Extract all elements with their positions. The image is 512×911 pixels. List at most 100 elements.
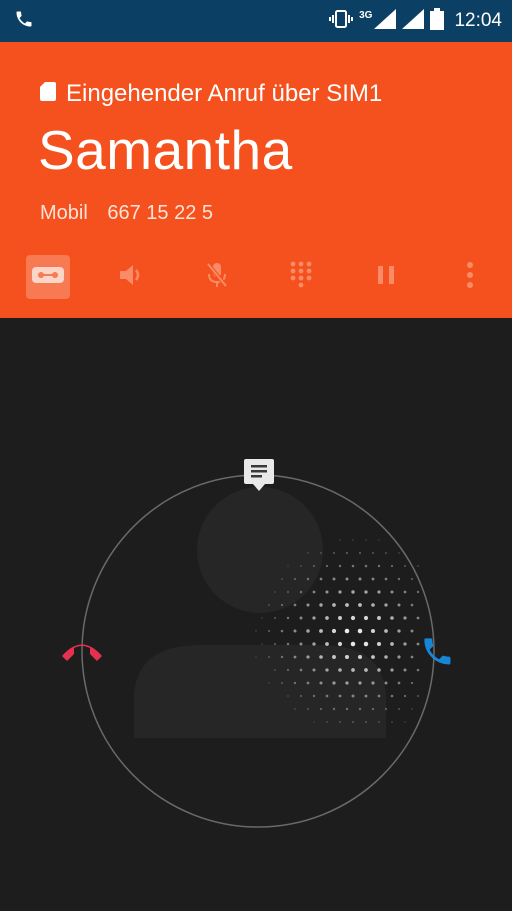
pulse-dot — [364, 694, 368, 698]
pulse-dot — [299, 668, 303, 672]
pulse-dot — [403, 590, 407, 594]
pulse-dot — [410, 577, 414, 581]
speaker-icon — [118, 263, 146, 292]
pulse-dot — [358, 603, 362, 607]
pulse-dot — [404, 721, 406, 723]
pulse-dot — [371, 551, 375, 555]
pulse-dot — [338, 616, 342, 620]
pulse-dot — [376, 641, 382, 647]
pulse-dot — [377, 564, 381, 568]
dialpad-button[interactable] — [279, 255, 323, 299]
pulse-dot — [325, 694, 329, 698]
pulse-dot — [312, 694, 316, 698]
battery-icon — [430, 7, 445, 35]
pulse-dot — [286, 590, 290, 594]
pulse-dot — [280, 603, 284, 607]
pulse-dot — [332, 655, 336, 659]
pulse-dot — [332, 603, 336, 607]
pulse-dot — [273, 616, 277, 620]
pulse-dot — [267, 655, 271, 659]
caller-number-line: Mobil 667 15 22 5 — [40, 202, 213, 225]
pulse-dot — [358, 577, 362, 581]
pulse-dot — [410, 629, 414, 633]
pulse-dot — [306, 655, 310, 659]
pulse-dot — [363, 615, 369, 621]
pulse-dot — [326, 721, 328, 723]
call-icon — [424, 638, 451, 665]
caller-name: Samantha — [38, 119, 293, 181]
pulse-dot — [312, 564, 316, 568]
pulse-dot — [294, 708, 296, 710]
pulse-dot — [358, 681, 362, 685]
pulse-dot — [286, 642, 290, 646]
pulse-dot — [287, 695, 289, 697]
pulse-dot — [299, 590, 303, 594]
pulse-dot — [344, 654, 350, 660]
pulse-dot — [398, 552, 400, 554]
pulse-dot — [320, 552, 322, 554]
pulse-dot — [351, 694, 355, 698]
pulse-dot — [365, 539, 367, 541]
message-button[interactable] — [244, 459, 274, 491]
pulse-dot — [280, 681, 284, 685]
voicemail-icon — [31, 265, 65, 290]
pulse-dot — [345, 551, 349, 555]
pulse-dot — [306, 603, 310, 607]
pulse-dot — [416, 642, 420, 646]
pulse-dot — [397, 707, 401, 711]
pulse-dot — [403, 616, 407, 620]
speaker-button[interactable] — [110, 255, 154, 299]
pulse-dot — [390, 616, 394, 620]
pulse-dot — [319, 707, 323, 711]
pulse-dot — [358, 551, 362, 555]
voicemail-button[interactable] — [26, 255, 70, 299]
pause-icon — [376, 264, 396, 291]
pulse-dot — [416, 668, 420, 672]
pulse-dot — [332, 551, 336, 555]
mute-button[interactable] — [195, 255, 239, 299]
pulse-dot — [377, 616, 381, 620]
pulse-dot — [332, 707, 336, 711]
message-icon — [244, 459, 274, 491]
answer-widget — [62, 459, 451, 828]
pulse-dot — [268, 682, 270, 684]
pulse-dot — [339, 539, 341, 541]
pulse-dot — [371, 655, 375, 659]
pulse-dot — [350, 641, 356, 647]
pulse-dot — [261, 643, 263, 645]
contact-avatar — [134, 487, 386, 738]
pulse-dot — [410, 681, 414, 685]
pulse-dot — [403, 668, 407, 672]
answer-button[interactable] — [424, 638, 451, 665]
pulse-dot — [325, 590, 329, 594]
sim-card-icon — [40, 80, 56, 108]
pulse-dot — [312, 590, 316, 594]
pulse-dot — [293, 655, 297, 659]
pulse-dot — [319, 577, 323, 581]
more-vert-icon — [466, 261, 474, 294]
pulse-dot — [338, 694, 342, 698]
pulse-dot — [391, 721, 393, 723]
more-options-button[interactable] — [448, 255, 492, 299]
pulse-dot — [410, 603, 414, 607]
pulse-dot — [293, 577, 297, 581]
pulse-dot — [280, 629, 284, 633]
pulse-dot — [293, 603, 297, 607]
pulse-dot — [364, 668, 368, 672]
hold-button[interactable] — [364, 255, 408, 299]
pulse-dot — [371, 681, 375, 685]
pulse-dot — [287, 565, 289, 567]
pulse-dot — [377, 590, 381, 594]
pulse-dot — [384, 629, 388, 633]
pulse-dot — [338, 668, 342, 672]
pulse-dot — [390, 642, 394, 646]
pulse-dot — [325, 668, 329, 672]
pulse-dot — [364, 720, 368, 724]
pulse-dot — [267, 629, 271, 633]
answer-area — [0, 318, 512, 911]
pulse-dot — [280, 655, 284, 659]
pulse-dot — [319, 629, 323, 633]
pulse-dot — [351, 564, 355, 568]
pulse-dot — [370, 628, 376, 634]
pulse-dot — [274, 669, 276, 671]
